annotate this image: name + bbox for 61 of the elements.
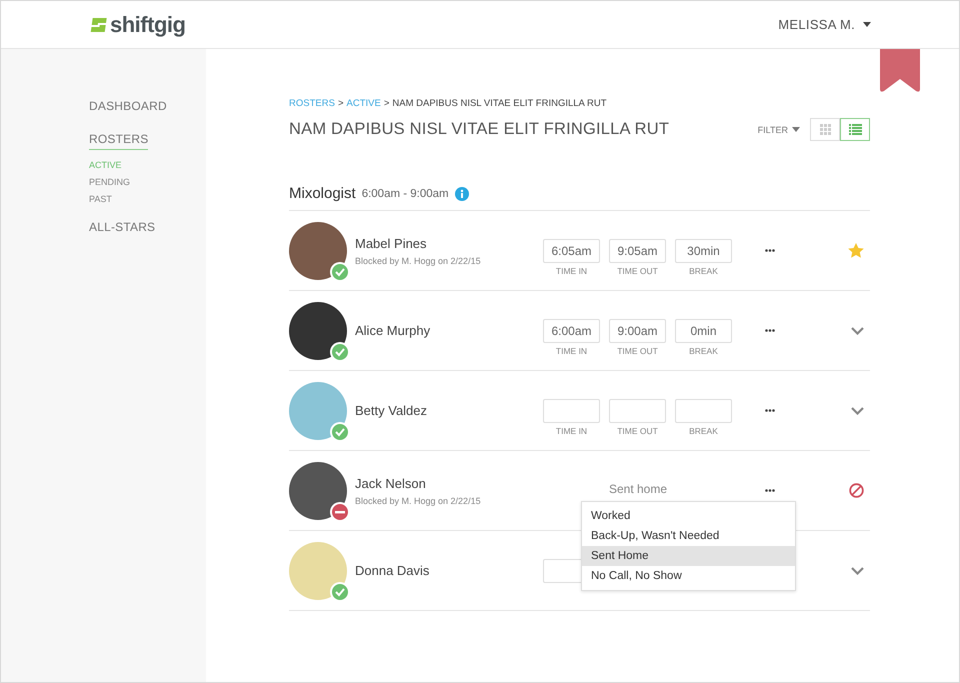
person-name: Alice Murphy bbox=[355, 323, 432, 338]
time-field[interactable]: 6:00am bbox=[543, 319, 600, 343]
filter-dropdown[interactable]: FILTER bbox=[758, 124, 800, 134]
sidebar-item[interactable]: DASHBOARD bbox=[89, 99, 167, 116]
field-label: BREAK bbox=[689, 266, 718, 276]
person-name: Betty Valdez bbox=[355, 403, 428, 418]
person-name: Mabel Pines bbox=[355, 236, 428, 250]
field-label: TIME OUT bbox=[617, 426, 658, 436]
field-label: TIME OUT bbox=[617, 266, 658, 276]
field-label: BREAK bbox=[689, 346, 718, 356]
sidebar-subitem[interactable]: PENDING bbox=[89, 177, 130, 187]
time-field[interactable] bbox=[609, 399, 666, 423]
chevron-down-icon[interactable] bbox=[851, 326, 864, 334]
menu-item[interactable]: Back-Up, Wasn't Needed bbox=[582, 526, 795, 546]
breadcrumb-text: > bbox=[338, 98, 344, 109]
chevron-down-icon[interactable] bbox=[851, 406, 864, 414]
grid-icon bbox=[820, 124, 830, 135]
breadcrumb-text: NAM DAPIBUS NISL VITAE ELIT FRINGILLA RUT bbox=[392, 98, 607, 109]
sidebar-item[interactable]: ROSTERS bbox=[89, 132, 148, 150]
time-field[interactable]: 9:05am bbox=[609, 239, 666, 263]
sidebar-item[interactable]: ALL-STARS bbox=[89, 220, 156, 237]
logo-icon bbox=[89, 16, 107, 34]
logo-text: shiftgig bbox=[110, 12, 186, 38]
info-icon[interactable] bbox=[454, 186, 469, 200]
page-title: NAM DAPIBUS NISL VITAE ELIT FRINGILLA RUT bbox=[289, 120, 670, 139]
more-options-button[interactable] bbox=[763, 487, 777, 494]
time-field[interactable]: 9:00am bbox=[609, 319, 666, 343]
breadcrumb-text: > bbox=[384, 98, 390, 109]
more-options-button[interactable] bbox=[763, 327, 777, 334]
bookmark-icon[interactable] bbox=[880, 49, 920, 93]
list-view-button[interactable] bbox=[840, 118, 870, 141]
list-icon bbox=[848, 124, 862, 135]
time-field[interactable]: 30min bbox=[675, 239, 732, 263]
section-title: Mixologist bbox=[289, 185, 356, 202]
star-icon[interactable] bbox=[848, 243, 864, 258]
field-label: BREAK bbox=[689, 426, 718, 436]
menu-item[interactable]: Worked bbox=[582, 506, 795, 526]
field-label: TIME IN bbox=[556, 346, 588, 356]
field-label: TIME IN bbox=[556, 426, 588, 436]
time-field[interactable]: 6:05am bbox=[543, 239, 600, 263]
time-field[interactable] bbox=[675, 399, 732, 423]
user-menu[interactable]: MELISSA M. bbox=[778, 17, 871, 32]
person-name: Jack Nelson bbox=[355, 476, 427, 490]
prohibited-icon[interactable] bbox=[849, 483, 864, 498]
caret-icon bbox=[792, 127, 800, 132]
time-field[interactable] bbox=[543, 399, 600, 423]
menu-item[interactable]: No Call, No Show bbox=[582, 566, 795, 586]
time-field[interactable]: 0min bbox=[675, 319, 732, 343]
field-label: TIME OUT bbox=[617, 346, 658, 356]
chevron-down-icon[interactable] bbox=[851, 566, 864, 574]
sidebar-subitem[interactable]: PAST bbox=[89, 194, 112, 204]
menu-item[interactable]: Sent Home bbox=[582, 546, 795, 566]
field-label: TIME IN bbox=[556, 266, 588, 276]
blocked-note: Blocked by M. Hogg on 2/22/15 bbox=[355, 496, 482, 506]
blocked-note: Blocked by M. Hogg on 2/22/15 bbox=[355, 256, 482, 266]
caret-icon bbox=[863, 22, 871, 27]
person-name: Donna Davis bbox=[355, 563, 430, 578]
more-options-button[interactable] bbox=[763, 407, 777, 414]
more-options-button[interactable] bbox=[763, 247, 777, 254]
status-text: Sent home bbox=[608, 482, 668, 496]
shift-time: 6:00am - 9:00am bbox=[362, 188, 449, 200]
